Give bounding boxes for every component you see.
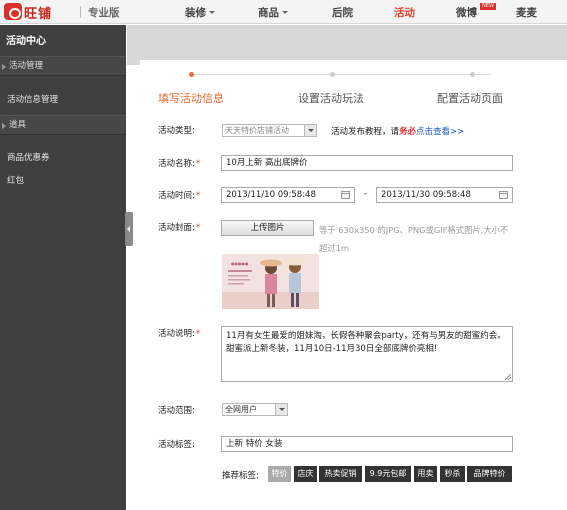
activity-scope-label: 活动范围: <box>158 406 195 416</box>
sidebar-collapse-handle[interactable] <box>125 212 133 246</box>
step-dot-2 <box>330 72 335 77</box>
activity-desc-label: 活动说明:* <box>158 329 201 339</box>
activity-type-value: 天天特价店铺活动 <box>225 126 289 135</box>
activity-desc-textarea[interactable]: 11月有女生最爱的姐妹淘，长假各种聚会party，还有与男友的甜蜜约会。甜蜜派上… <box>221 326 513 382</box>
tutorial-link[interactable]: 点击查看>> <box>416 127 464 137</box>
end-time-value: 2013/11/30 09:58:48 <box>381 190 471 200</box>
recommend-tag-anniversary[interactable]: 店庆 <box>294 466 317 482</box>
cover-photo-illustration: ●●●●● <box>222 254 319 309</box>
activity-time-label: 活动时间:* <box>158 191 201 201</box>
nav-weibo[interactable]: 微博 <box>456 5 477 20</box>
activity-type-label: 活动类型: <box>158 126 195 136</box>
tutorial-hint-text: 活动发布教程，请 <box>331 127 400 137</box>
sidebar-section-props[interactable]: 道具 <box>0 115 126 135</box>
activity-scope-select[interactable]: 全网用户 <box>222 403 288 416</box>
nav-decoration[interactable]: 装修 <box>185 5 215 20</box>
recommend-tags-label: 推荐标签: <box>222 471 259 481</box>
brand-divider <box>80 6 81 18</box>
chevron-down-icon <box>209 11 215 14</box>
sidebar-title: 活动中心 <box>6 36 46 47</box>
collapse-arrow-icon <box>2 123 6 129</box>
chevron-down-icon <box>304 125 316 136</box>
recommend-tag-flash-sale[interactable]: 秒杀 <box>440 466 465 482</box>
calendar-icon[interactable] <box>341 191 350 199</box>
recommend-tag-brand-price[interactable]: 品牌特价 <box>467 466 512 482</box>
activity-cover-label: 活动封面:* <box>158 223 201 233</box>
nav-activity[interactable]: 活动 <box>394 5 415 20</box>
tutorial-hint: 活动发布教程，请务必点击查看>> <box>331 125 464 137</box>
required-asterisk: * <box>195 191 201 201</box>
end-time-input[interactable]: 2013/11/30 09:58:48 <box>376 187 513 203</box>
activity-name-label: 活动名称:* <box>158 159 201 169</box>
start-time-value: 2013/11/10 09:58:48 <box>226 190 316 200</box>
required-asterisk: * <box>195 223 201 233</box>
nav-products[interactable]: 商品 <box>258 5 288 20</box>
wangpu-logo-icon <box>4 3 22 20</box>
steps-progress-line <box>191 74 491 75</box>
new-badge: NEW <box>480 3 496 10</box>
sidebar-item-red-packet[interactable]: 红包 <box>7 174 24 186</box>
recommend-tag-special-price[interactable]: 特价 <box>268 466 291 482</box>
activity-type-select[interactable]: 天天特价店铺活动 <box>222 124 317 137</box>
required-asterisk: * <box>195 159 201 169</box>
sidebar: 活动中心 活动管理 活动信息管理 道具 商品优惠券 红包 <box>0 25 126 510</box>
recommend-tag-free-shipping[interactable]: 9.9元包邮 <box>365 466 411 482</box>
nav-maimai[interactable]: 麦麦 <box>516 5 537 20</box>
start-time-input[interactable]: 2013/11/10 09:58:48 <box>221 187 355 203</box>
resize-grip-icon[interactable] <box>505 374 511 380</box>
nav-backyard[interactable]: 后院 <box>332 5 353 20</box>
sidebar-item-activity-info[interactable]: 活动信息管理 <box>7 93 58 105</box>
step-config-page[interactable]: 配置活动页面 <box>437 90 503 106</box>
activity-tags-label: 活动标签: <box>158 440 195 450</box>
step-set-gameplay[interactable]: 设置活动玩法 <box>298 90 364 106</box>
recommend-tag-clearance[interactable]: 甩卖 <box>414 466 437 482</box>
sidebar-section-activity-manage[interactable]: 活动管理 <box>0 56 126 76</box>
tutorial-hint-emphasis: 务必 <box>399 127 417 137</box>
time-range-separator: - <box>364 189 368 199</box>
step-dot-1 <box>189 72 194 77</box>
activity-desc-value: 11月有女生最爱的姐妹淘，长假各种聚会party，还有与男友的甜蜜约会。甜蜜派上… <box>226 331 506 354</box>
sidebar-section-label: 道具 <box>9 120 27 130</box>
activity-name-input[interactable]: 10月上新 高出底牌价 <box>221 155 513 171</box>
activity-scope-value: 全网用户 <box>225 405 257 414</box>
sidebar-section-label: 活动管理 <box>9 61 44 71</box>
brand-name: 旺铺 <box>24 7 53 22</box>
chevron-down-icon <box>275 404 287 415</box>
calendar-icon[interactable] <box>499 191 508 199</box>
activity-tags-input[interactable]: 上新 特价 女装 <box>221 436 513 452</box>
svg-text:●●●●●: ●●●●● <box>231 261 249 266</box>
top-navigation-bar: 旺铺 专业版 装修 商品 后院 活动 微博 NEW 麦麦 <box>0 0 567 24</box>
upload-image-button[interactable]: 上传图片 <box>221 220 314 236</box>
sidebar-item-coupon[interactable]: 商品优惠券 <box>7 151 50 163</box>
edition-label: 专业版 <box>88 7 120 19</box>
step-fill-info[interactable]: 填写活动信息 <box>158 90 224 106</box>
cover-preview-image: ●●●●● <box>222 254 319 309</box>
required-asterisk: * <box>195 329 201 339</box>
cover-spec-hint: 等于 630x350 的JPG、PNG或GIF格式图片,大小不超过1m <box>319 225 509 253</box>
content-header-band <box>127 25 567 65</box>
recommend-tag-hot-sale[interactable]: 热卖促销 <box>319 466 362 482</box>
step-dot-3 <box>470 72 475 77</box>
collapse-arrow-icon <box>2 64 6 70</box>
chevron-down-icon <box>282 11 288 14</box>
